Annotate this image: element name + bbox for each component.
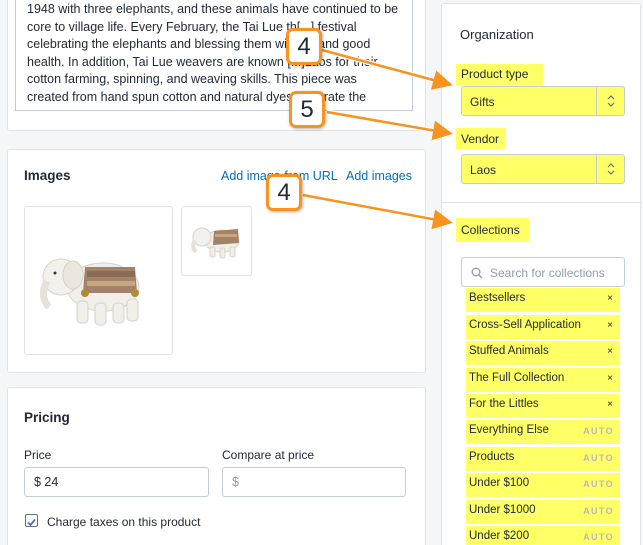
annotation-arrows [302, 47, 453, 230]
annotation-badge-5: 5 [289, 91, 325, 128]
annotation-badge-4: 4 [286, 28, 322, 65]
annotation-badge-4: 4 [266, 174, 302, 211]
